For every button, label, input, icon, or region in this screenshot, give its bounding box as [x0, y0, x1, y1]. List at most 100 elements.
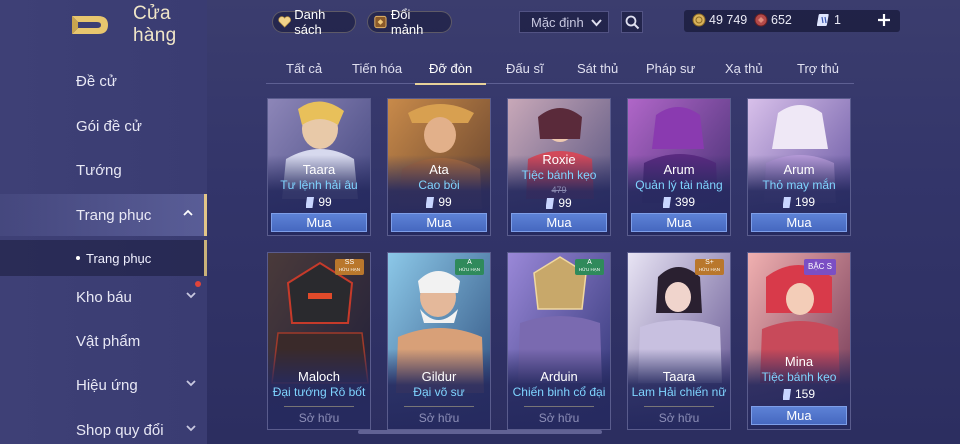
- rank-badge: A HỮU HẠN: [454, 259, 484, 275]
- tab-fighter[interactable]: Đấu sĩ: [506, 61, 544, 85]
- skin-card[interactable]: A HỮU HẠN Gildur Đại võ sư Sở hữu: [387, 252, 491, 430]
- sidebar-subitem-label: Trang phục: [86, 250, 152, 266]
- price: 159: [748, 387, 850, 401]
- tab-mage[interactable]: Pháp sư: [646, 61, 695, 85]
- hero-name: Taara: [302, 162, 336, 177]
- skin-name: Tiệc bánh kẹo: [521, 168, 597, 182]
- sidebar-item-exchange-shop[interactable]: Shop quy đổi: [0, 409, 207, 444]
- chevron-down-icon: [591, 19, 602, 27]
- price: 99: [508, 196, 610, 210]
- skin-card[interactable]: Taara Tư lệnh hải âu 99 Mua: [267, 98, 371, 236]
- chevron-down-icon: [186, 292, 196, 299]
- original-price: 479: [551, 185, 567, 195]
- buy-button[interactable]: Mua: [271, 213, 367, 232]
- gem-balance: 652: [754, 13, 792, 27]
- tab-all[interactable]: Tất cả: [286, 61, 322, 85]
- hero-name: Gildur: [421, 369, 457, 384]
- skin-card[interactable]: Arum Quản lý tài năng 399 Mua: [627, 98, 731, 236]
- sidebar-item-label: Đề cử: [76, 72, 117, 90]
- sidebar-item-effects[interactable]: Hiệu ứng: [0, 364, 207, 406]
- skin-name: Thỏ may mắn: [762, 178, 836, 192]
- voucher-icon: [817, 14, 829, 26]
- sidebar-item-recommended[interactable]: Đề cử: [0, 60, 207, 102]
- notification-dot: [195, 281, 201, 287]
- price-value: 159: [794, 387, 816, 401]
- gold-value: 49 749: [709, 13, 748, 27]
- tab-evolution[interactable]: Tiến hóa: [352, 61, 402, 85]
- sidebar-item-label: Shop quy đổi: [76, 421, 164, 439]
- tab-tank[interactable]: Đỡ đòn: [414, 61, 487, 85]
- badge-limited: HỮU HẠN: [458, 267, 480, 272]
- skin-name: Tiệc bánh kẹo: [761, 370, 837, 384]
- sidebar-item-label: Trang phục: [76, 206, 152, 224]
- buy-button[interactable]: Mua: [751, 213, 847, 232]
- voucher-icon: [426, 196, 435, 208]
- exchange-fragments-button[interactable]: Đổi mảnh: [367, 7, 452, 37]
- sidebar-subitem-skins[interactable]: Trang phục: [0, 240, 207, 276]
- price: 99: [268, 195, 370, 209]
- gold-coin-icon: [692, 13, 706, 27]
- price-value: 99: [558, 196, 572, 210]
- buy-button[interactable]: Mua: [391, 213, 487, 232]
- fragment-box-icon: [374, 15, 387, 29]
- wishlist-button[interactable]: Danh sách: [272, 7, 356, 37]
- sort-dropdown[interactable]: Mặc định: [519, 11, 609, 33]
- red-gem-icon: [754, 13, 768, 27]
- scrollbar[interactable]: [358, 430, 602, 434]
- skin-card[interactable]: A HỮU HẠN Arduin Chiến binh cổ đại Sở hữu: [507, 252, 611, 430]
- tab-assassin[interactable]: Sát thủ: [577, 61, 618, 85]
- voucher-icon: [662, 196, 671, 208]
- price-value: 99: [438, 195, 452, 209]
- search-button[interactable]: [621, 11, 643, 33]
- buy-button[interactable]: Mua: [631, 213, 727, 232]
- owned-label: Sở hữu: [538, 411, 580, 425]
- wishlist-label: Danh sách: [294, 7, 326, 37]
- sidebar-item-items[interactable]: Vật phẩm: [0, 320, 207, 362]
- gem-value: 652: [771, 13, 792, 27]
- back-logo-icon[interactable]: [70, 14, 110, 36]
- divider: [644, 406, 714, 407]
- price: 199: [748, 195, 850, 209]
- voucher-icon: [546, 197, 555, 209]
- skin-card[interactable]: SS HỮU HẠN Maloch Đại tướng Rô bốt Sở hữu: [267, 252, 371, 430]
- skin-card[interactable]: BẬC S Mina Tiệc bánh kẹo 159 Mua: [747, 252, 851, 430]
- hero-name: Roxie: [542, 152, 576, 167]
- sidebar-item-label: Kho báu: [76, 288, 132, 306]
- voucher-balance: 1: [817, 13, 841, 27]
- divider: [524, 406, 594, 407]
- owned-label: Sở hữu: [658, 411, 700, 425]
- buy-button[interactable]: Mua: [511, 213, 607, 232]
- sidebar-item-label: Tướng: [76, 161, 122, 179]
- sidebar-item-bundles[interactable]: Gói đề cử: [0, 105, 207, 147]
- add-currency-button[interactable]: [875, 11, 893, 29]
- shop-header: Cửa hàng: [72, 3, 207, 46]
- hero-name: Arum: [783, 162, 815, 177]
- hero-name: Maloch: [298, 369, 340, 384]
- tab-marksman[interactable]: Xạ thủ: [725, 61, 763, 85]
- sidebar-item-treasure[interactable]: Kho báu: [0, 276, 207, 318]
- voucher-icon: [782, 388, 791, 400]
- sidebar-item-skins[interactable]: Trang phục: [0, 194, 207, 236]
- role-tabs: Tất cả Tiến hóa Đỡ đòn Đấu sĩ Sát thủ Ph…: [266, 56, 854, 85]
- voucher-value: 1: [834, 13, 841, 27]
- skin-name: Đại tướng Rô bốt: [272, 385, 366, 399]
- sidebar: Cửa hàng Đề cử Gói đề cử Tướng Trang phụ…: [0, 0, 207, 444]
- badge-limited: HỮU HẠN: [698, 267, 720, 272]
- skin-card[interactable]: Roxie Tiệc bánh kẹo 479 99 Mua: [507, 98, 611, 236]
- sidebar-item-label: Hiệu ứng: [76, 376, 138, 394]
- skin-card[interactable]: S+ HỮU HẠN Taara Lam Hải chiến nữ Sở hữu: [627, 252, 731, 430]
- buy-button[interactable]: Mua: [751, 406, 847, 425]
- sidebar-item-heroes[interactable]: Tướng: [0, 149, 207, 191]
- sidebar-item-label: Gói đề cử: [76, 117, 142, 135]
- hero-name: Mina: [784, 354, 814, 369]
- owned-label: Sở hữu: [418, 411, 460, 425]
- badge-rank: S+: [705, 259, 714, 266]
- gold-balance: 49 749: [692, 13, 747, 27]
- skin-card[interactable]: Arum Thỏ may mắn 199 Mua: [747, 98, 851, 236]
- skin-card[interactable]: Ata Cao bồi 99 Mua: [387, 98, 491, 236]
- tab-support[interactable]: Trợ thủ: [797, 61, 839, 85]
- hero-name: Ata: [429, 162, 449, 177]
- price-value: 399: [674, 195, 696, 209]
- currency-bar: 49 749 652 1: [684, 10, 900, 32]
- rank-badge: A HỮU HẠN: [574, 259, 604, 275]
